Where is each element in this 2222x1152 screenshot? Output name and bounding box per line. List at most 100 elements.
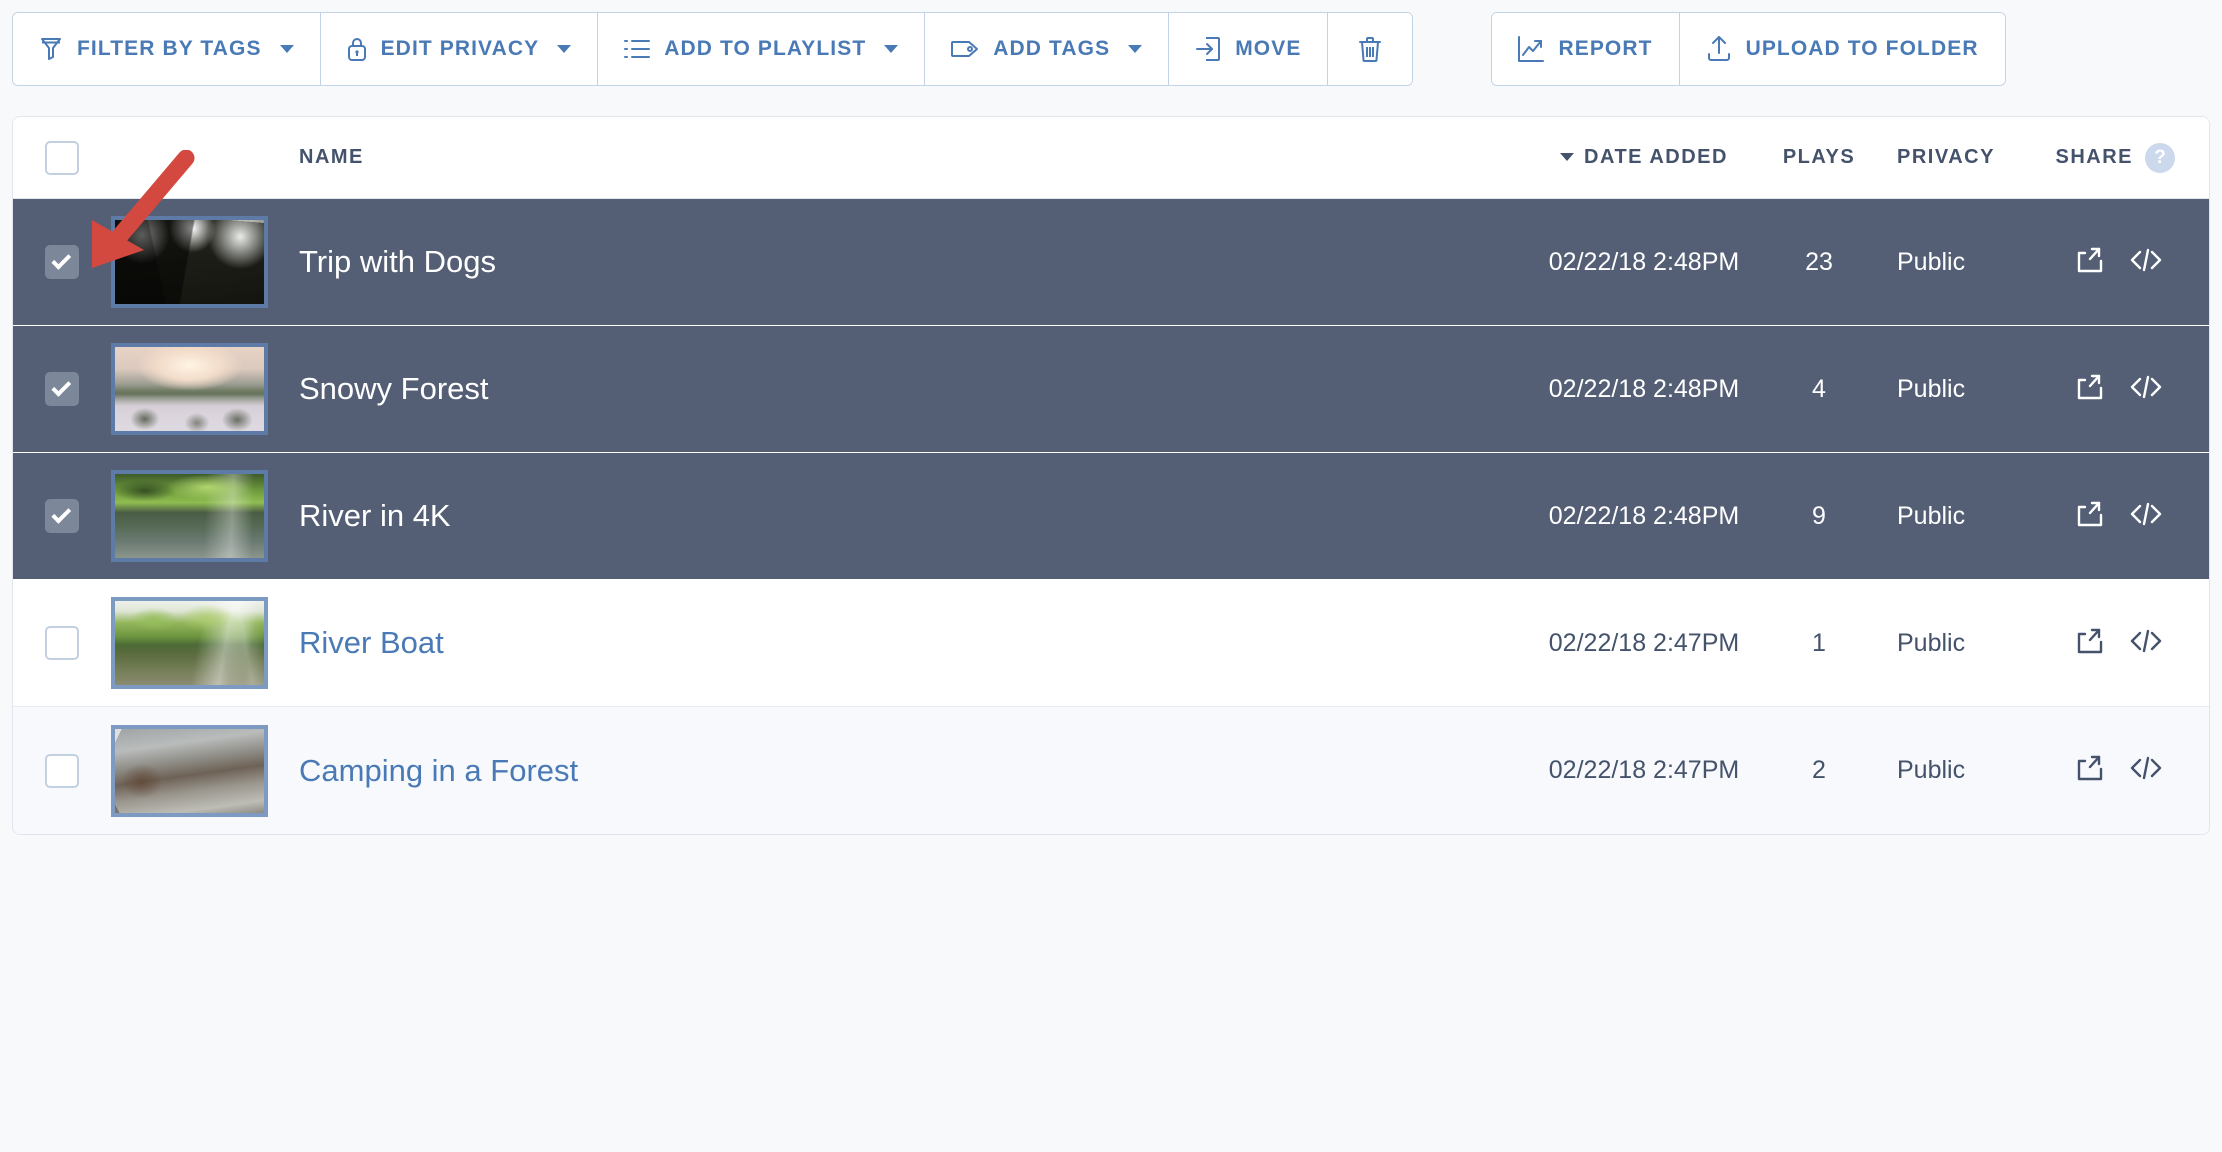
share-label: SHARE bbox=[2055, 146, 2133, 168]
privacy-cell: Public bbox=[1897, 374, 1966, 403]
embed-code-icon[interactable] bbox=[2129, 373, 2163, 406]
video-title-link[interactable]: Camping in a Forest bbox=[299, 753, 578, 788]
move-label: Move bbox=[1235, 37, 1302, 60]
video-title-link[interactable]: River in 4K bbox=[299, 498, 451, 533]
plays-cell: 2 bbox=[1812, 756, 1826, 784]
share-cell bbox=[2029, 626, 2209, 661]
delete-button[interactable] bbox=[1328, 13, 1413, 85]
thumbnail-cell bbox=[111, 343, 291, 435]
upload-to-folder-button[interactable]: Upload to Folder bbox=[1679, 13, 2005, 85]
share-cell bbox=[2029, 753, 2209, 788]
chevron-down-icon bbox=[557, 45, 572, 53]
privacy-column-header[interactable]: PRIVACY bbox=[1879, 146, 2029, 169]
thumbnail-image-snowy-sunset bbox=[115, 347, 264, 431]
plays-cell: 9 bbox=[1812, 501, 1826, 530]
table-row[interactable]: River in 4K 02/22/18 2:48PM 9 Public bbox=[13, 453, 2209, 580]
date-added-column-header[interactable]: DATE ADDED bbox=[1529, 146, 1759, 169]
embed-code-icon[interactable] bbox=[2129, 627, 2163, 660]
table-row[interactable]: River Boat 02/22/18 2:47PM 1 Public bbox=[13, 580, 2209, 707]
filter-by-tags-button[interactable]: Filter by Tags bbox=[13, 13, 321, 85]
share-icon[interactable] bbox=[2075, 499, 2105, 534]
toolbar-right-group: Report Upload to Folder bbox=[1491, 12, 2006, 86]
thumbnail-cell bbox=[111, 597, 291, 689]
date-added-cell: 02/22/18 2:47PM bbox=[1548, 628, 1740, 657]
edit-privacy-label: Edit Privacy bbox=[380, 37, 540, 60]
row-checkbox[interactable] bbox=[45, 372, 79, 406]
embed-code-icon[interactable] bbox=[2129, 754, 2163, 787]
embed-code-icon[interactable] bbox=[2129, 246, 2163, 279]
move-button[interactable]: Move bbox=[1169, 13, 1329, 85]
share-cell bbox=[2029, 245, 2209, 280]
lock-icon bbox=[347, 36, 367, 62]
embed-code-icon[interactable] bbox=[2129, 500, 2163, 533]
thumbnail-image-camping bbox=[115, 728, 264, 813]
add-to-playlist-label: Add to Playlist bbox=[664, 37, 867, 60]
share-icon[interactable] bbox=[2075, 753, 2105, 788]
chevron-down-icon bbox=[279, 45, 294, 53]
funnel-icon bbox=[39, 36, 63, 62]
date-added-cell: 02/22/18 2:48PM bbox=[1548, 501, 1740, 530]
privacy-cell: Public bbox=[1897, 756, 1966, 784]
date-added-label: DATE ADDED bbox=[1584, 146, 1728, 168]
share-icon[interactable] bbox=[2075, 372, 2105, 407]
thumbnail-cell bbox=[111, 724, 291, 817]
row-checkbox[interactable] bbox=[45, 499, 79, 533]
add-to-playlist-button[interactable]: Add to Playlist bbox=[598, 13, 926, 85]
table-row[interactable]: Trip with Dogs 02/22/18 2:48PM 23 Public bbox=[13, 199, 2209, 326]
chevron-down-icon bbox=[884, 45, 899, 53]
add-tags-label: Add Tags bbox=[993, 37, 1111, 60]
plays-cell: 1 bbox=[1812, 628, 1826, 657]
plays-cell: 4 bbox=[1812, 374, 1826, 403]
thumbnail-cell bbox=[111, 470, 291, 562]
upload-to-folder-label: Upload to Folder bbox=[1745, 37, 1979, 60]
date-added-cell: 02/22/18 2:48PM bbox=[1548, 247, 1740, 276]
share-icon[interactable] bbox=[2075, 245, 2105, 280]
plays-cell: 23 bbox=[1805, 247, 1833, 276]
chevron-down-icon bbox=[1128, 45, 1143, 53]
name-cell: Camping in a Forest bbox=[291, 753, 1529, 789]
help-icon[interactable]: ? bbox=[2145, 142, 2175, 173]
share-column-header: SHARE ? bbox=[2029, 142, 2209, 173]
media-table: NAME DATE ADDED PLAYS PRIVACY SHARE ? Tr… bbox=[12, 116, 2210, 835]
add-tags-button[interactable]: Add Tags bbox=[925, 13, 1170, 85]
upload-icon bbox=[1706, 35, 1732, 63]
privacy-cell: Public bbox=[1897, 628, 1966, 657]
select-all-cell bbox=[13, 140, 111, 175]
row-checkbox[interactable] bbox=[45, 245, 79, 279]
name-column-header[interactable]: NAME bbox=[291, 146, 1529, 169]
video-thumbnail[interactable] bbox=[111, 597, 268, 689]
row-checkbox[interactable] bbox=[45, 626, 79, 660]
thumbnail-image-river-4k bbox=[115, 474, 264, 558]
plays-column-header[interactable]: PLAYS bbox=[1759, 146, 1879, 169]
date-added-cell: 02/22/18 2:48PM bbox=[1548, 374, 1740, 403]
table-row[interactable]: Camping in a Forest 02/22/18 2:47PM 2 Pu… bbox=[13, 707, 2209, 834]
date-added-cell: 02/22/18 2:47PM bbox=[1548, 756, 1740, 784]
video-title-link[interactable]: River Boat bbox=[299, 625, 444, 660]
video-thumbnail[interactable] bbox=[111, 724, 268, 817]
select-all-checkbox[interactable] bbox=[45, 140, 79, 175]
video-thumbnail[interactable] bbox=[111, 470, 268, 562]
report-button[interactable]: Report bbox=[1492, 13, 1680, 85]
table-header-row: NAME DATE ADDED PLAYS PRIVACY SHARE ? bbox=[13, 117, 2209, 199]
row-select-cell bbox=[13, 499, 111, 533]
sort-desc-icon bbox=[1560, 153, 1575, 161]
thumbnail-image-river-boat bbox=[115, 601, 264, 685]
name-cell: Trip with Dogs bbox=[291, 244, 1529, 280]
edit-privacy-button[interactable]: Edit Privacy bbox=[320, 13, 599, 85]
trash-icon bbox=[1358, 35, 1382, 63]
privacy-cell: Public bbox=[1897, 247, 1966, 276]
video-thumbnail[interactable] bbox=[111, 343, 268, 435]
filter-by-tags-label: Filter by Tags bbox=[77, 37, 262, 60]
share-icon[interactable] bbox=[2075, 626, 2105, 661]
name-cell: River Boat bbox=[291, 625, 1529, 661]
row-checkbox[interactable] bbox=[45, 753, 79, 788]
table-row[interactable]: Snowy Forest 02/22/18 2:48PM 4 Public bbox=[13, 326, 2209, 453]
toolbar-left-group: Filter by Tags Edit Privacy bbox=[12, 12, 1414, 86]
video-title-link[interactable]: Snowy Forest bbox=[299, 371, 489, 406]
thumbnail-image-forest-canopy bbox=[115, 220, 264, 304]
row-select-cell bbox=[13, 753, 111, 788]
video-title-link[interactable]: Trip with Dogs bbox=[299, 244, 496, 279]
thumbnail-cell bbox=[111, 216, 291, 308]
video-thumbnail[interactable] bbox=[111, 216, 268, 308]
report-label: Report bbox=[1558, 37, 1653, 60]
